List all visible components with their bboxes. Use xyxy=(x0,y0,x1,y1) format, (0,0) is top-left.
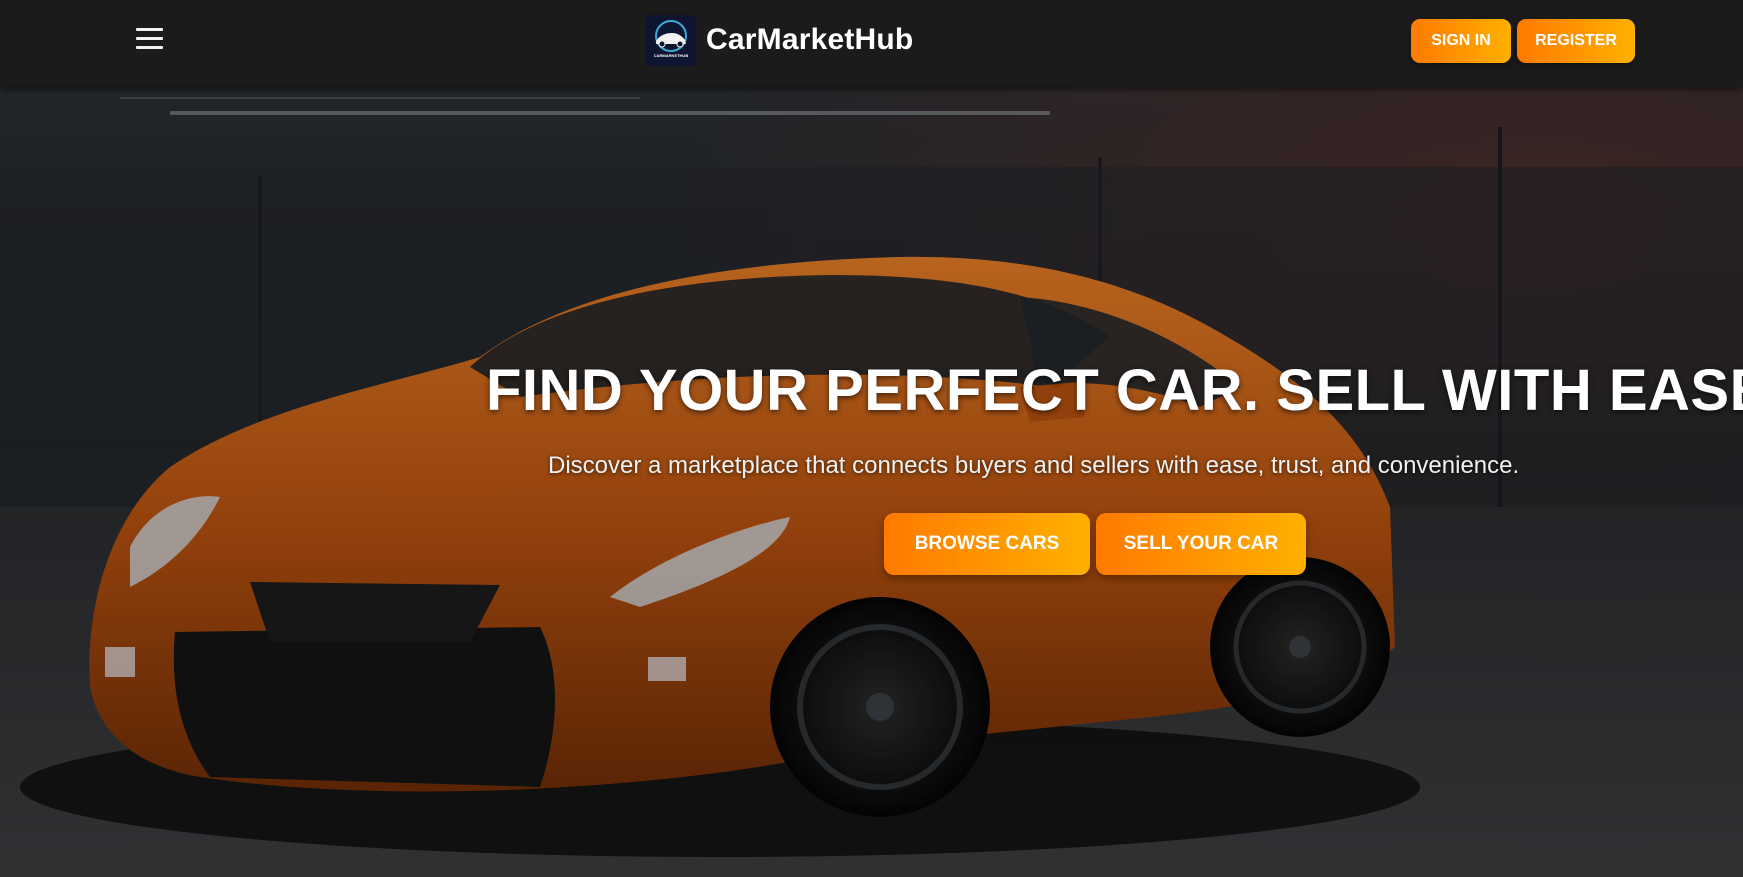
brand[interactable]: CARMARKETHUB CarMarketHub xyxy=(645,14,913,66)
hero-overlay xyxy=(0,87,1743,877)
hamburger-menu-icon[interactable] xyxy=(135,25,165,53)
brand-logo: CARMARKETHUB xyxy=(645,14,696,66)
sell-your-car-button[interactable]: SELL YOUR CAR xyxy=(1096,513,1306,575)
register-button[interactable]: REGISTER xyxy=(1517,19,1635,63)
hero-subtitle: Discover a marketplace that connects buy… xyxy=(548,452,1520,479)
brand-name: CarMarketHub xyxy=(706,23,914,56)
hero-section: FIND YOUR PERFECT CAR. SELL WITH EASE. D… xyxy=(0,87,1743,877)
top-navbar: CARMARKETHUB CarMarketHub SIGN IN REGIST… xyxy=(0,0,1743,87)
browse-cars-button[interactable]: BROWSE CARS xyxy=(884,513,1090,575)
hero-title: FIND YOUR PERFECT CAR. SELL WITH EASE. xyxy=(486,358,1743,423)
sign-in-button[interactable]: SIGN IN xyxy=(1411,19,1511,63)
logo-text: CARMARKETHUB xyxy=(653,53,688,58)
